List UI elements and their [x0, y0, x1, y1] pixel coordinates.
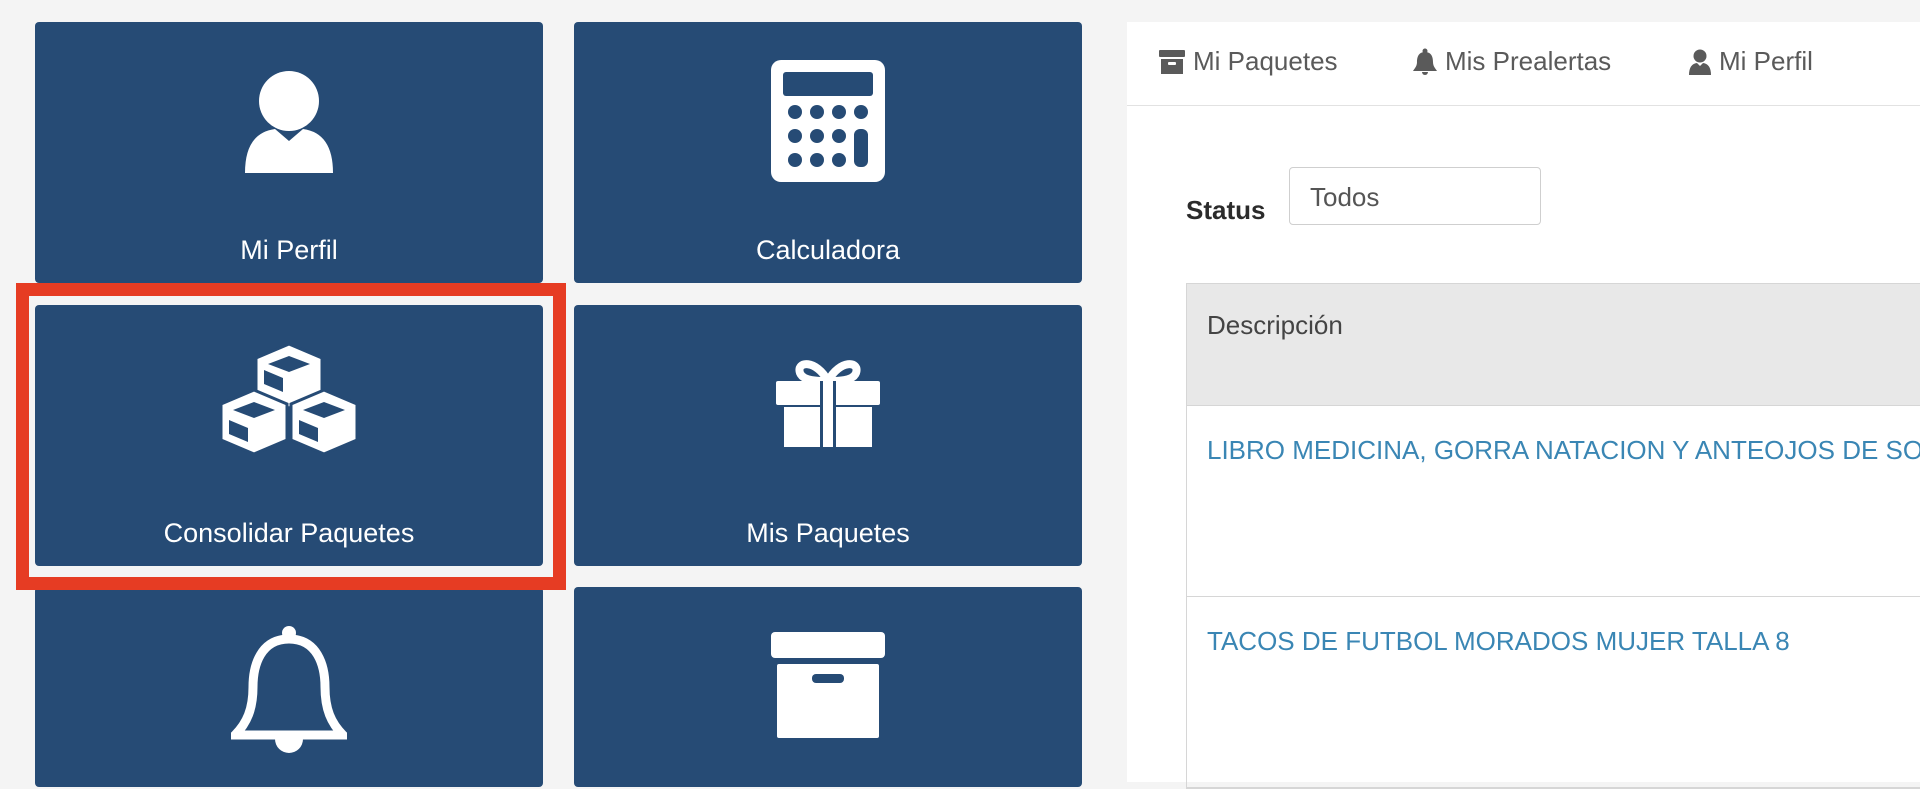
tile-label: Calculadora: [755, 235, 901, 265]
bell-icon: [1413, 48, 1437, 75]
cubes-icon: [35, 342, 543, 462]
tile-archivo[interactable]: [574, 587, 1082, 787]
archive-icon: [1159, 49, 1185, 74]
tile-mis-paquetes[interactable]: Mis Paquetes: [574, 305, 1082, 566]
nav-mi-paquetes[interactable]: Mi Paquetes: [1159, 46, 1338, 77]
user-icon: [1689, 49, 1711, 75]
tile-mi-perfil[interactable]: Mi Perfil: [35, 22, 543, 283]
tile-label: Mi Perfil: [240, 235, 338, 265]
archive-icon: [574, 632, 1082, 738]
status-label: Status: [1186, 195, 1266, 225]
tile-label: Mis Paquetes: [746, 518, 910, 548]
nav-label: Mis Prealertas: [1445, 46, 1612, 76]
calculator-icon: [574, 60, 1082, 182]
nav-mi-perfil[interactable]: Mi Perfil: [1689, 46, 1813, 77]
tile-alertas[interactable]: [35, 587, 543, 787]
nav-mis-prealertas[interactable]: Mis Prealertas: [1413, 46, 1611, 77]
packages-table: Descripción LIBRO MEDICINA, GORRA NATACI…: [1186, 283, 1920, 789]
tile-label: Consolidar Paquetes: [163, 518, 415, 548]
user-icon: [35, 67, 543, 177]
tile-consolidar-paquetes[interactable]: Consolidar Paquetes: [35, 305, 543, 566]
nav-label: Mi Perfil: [1719, 46, 1813, 76]
panel-nav: Mi Paquetes Mis Prealertas Mi Perfil: [1127, 22, 1920, 106]
column-header-descripcion: Descripción: [1187, 284, 1920, 406]
nav-label: Mi Paquetes: [1193, 46, 1338, 76]
table-row[interactable]: TACOS DE FUTBOL MORADOS MUJER TALLA 8: [1187, 597, 1920, 788]
gift-icon: [574, 355, 1082, 447]
status-select[interactable]: Todos: [1289, 167, 1541, 225]
bell-icon: [35, 625, 543, 755]
tile-calculadora[interactable]: Calculadora: [574, 22, 1082, 283]
table-row[interactable]: LIBRO MEDICINA, GORRA NATACION Y ANTEOJO…: [1187, 406, 1920, 597]
packages-panel: Mi Paquetes Mis Prealertas Mi Perfil Sta…: [1127, 22, 1920, 789]
